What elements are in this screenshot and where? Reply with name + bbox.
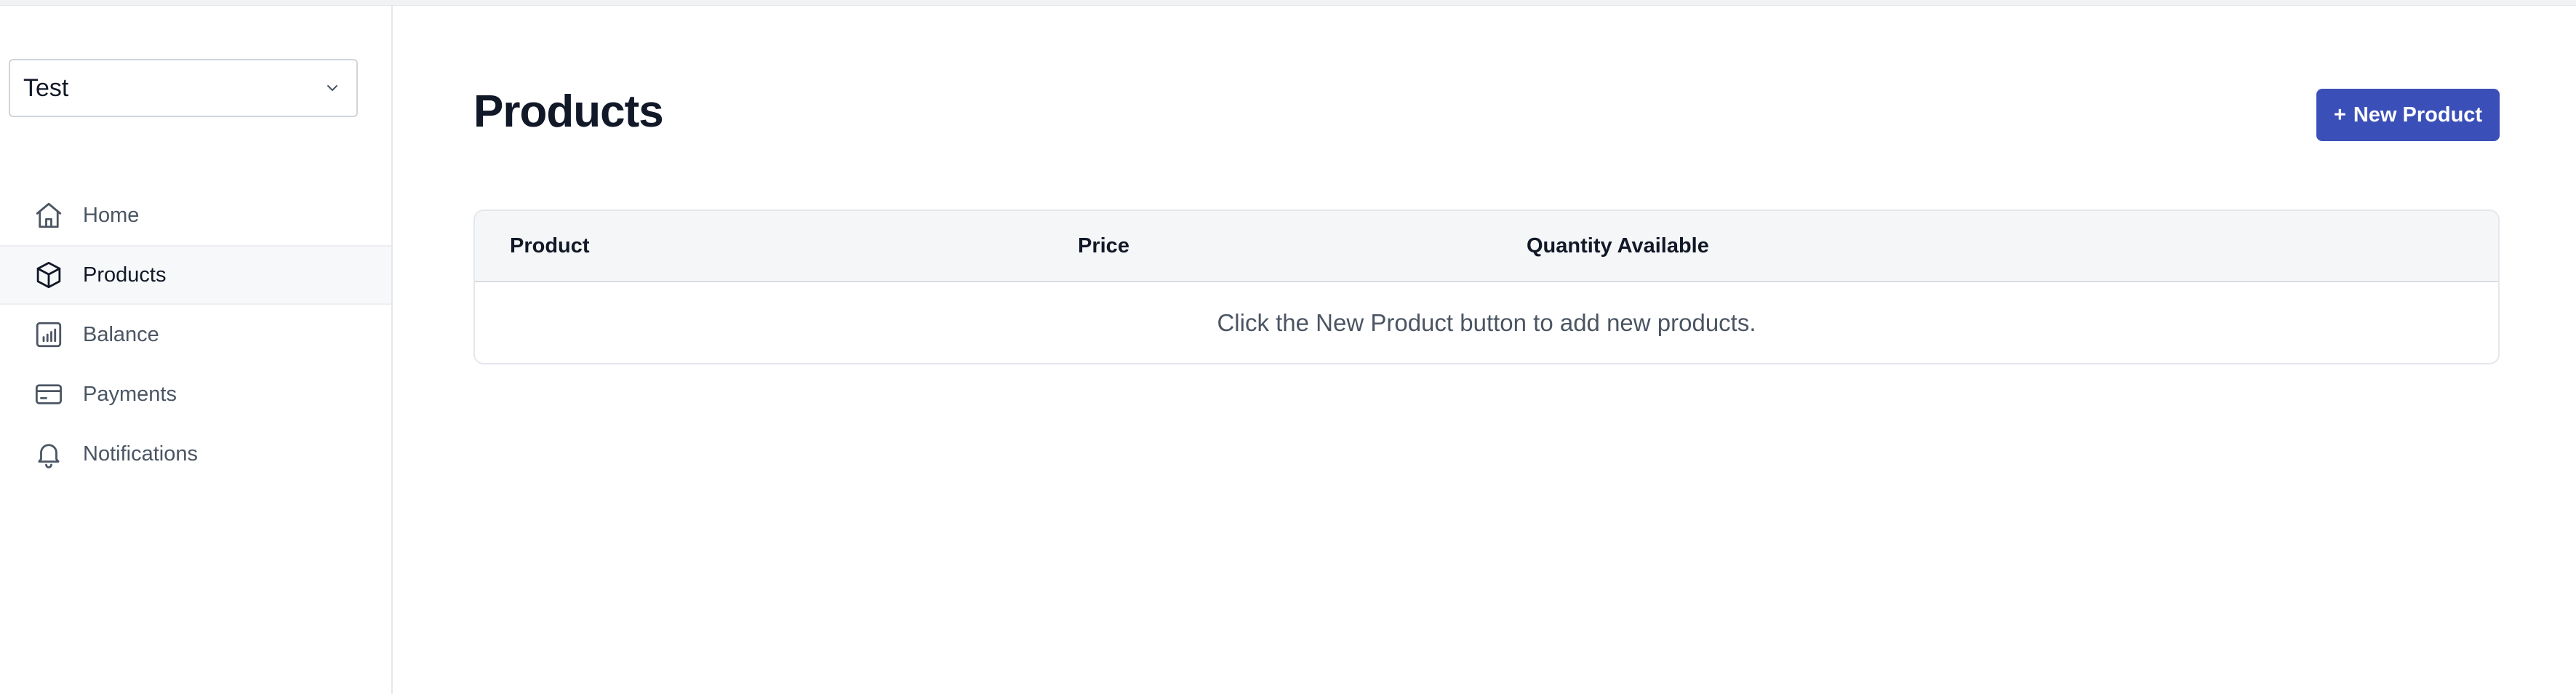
sidebar-item-products[interactable]: Products — [0, 245, 391, 305]
home-icon — [32, 199, 65, 232]
products-table: Product Price Quantity Available Click t… — [473, 210, 2500, 364]
store-select[interactable]: Test — [9, 59, 358, 117]
credit-card-icon — [32, 378, 65, 411]
chevron-down-icon — [321, 77, 343, 99]
new-product-label: New Product — [2353, 103, 2483, 127]
sidebar-item-label: Products — [83, 263, 167, 287]
sidebar-item-notifications[interactable]: Notifications — [0, 424, 391, 484]
sidebar-item-label: Balance — [83, 322, 159, 346]
column-header-product[interactable]: Product — [510, 211, 590, 281]
bell-icon — [32, 437, 65, 471]
sidebar: Test Home Products Balance Payments Noti… — [0, 6, 393, 694]
column-header-quantity-available[interactable]: Quantity Available — [1527, 211, 1709, 281]
sidebar-item-home[interactable]: Home — [0, 186, 391, 245]
page-title: Products — [473, 87, 664, 137]
sidebar-item-label: Notifications — [83, 442, 198, 466]
box-icon — [32, 258, 65, 292]
top-bar — [0, 0, 2576, 6]
table-header: Product Price Quantity Available — [475, 211, 2498, 282]
column-header-price[interactable]: Price — [1078, 211, 1129, 281]
sidebar-item-balance[interactable]: Balance — [0, 305, 391, 364]
plus-icon: + — [2333, 103, 2346, 127]
bar-chart-icon — [32, 318, 65, 351]
store-select-value: Test — [23, 73, 69, 102]
sidebar-item-label: Home — [83, 203, 140, 227]
sidebar-nav: Home Products Balance Payments Notificat… — [0, 186, 391, 484]
sidebar-item-payments[interactable]: Payments — [0, 364, 391, 424]
table-empty-message: Click the New Product button to add new … — [1217, 308, 1756, 336]
new-product-button[interactable]: + New Product — [2316, 89, 2500, 141]
sidebar-item-label: Payments — [83, 382, 177, 406]
app-page: Test Home Products Balance Payments Noti… — [0, 0, 2576, 694]
